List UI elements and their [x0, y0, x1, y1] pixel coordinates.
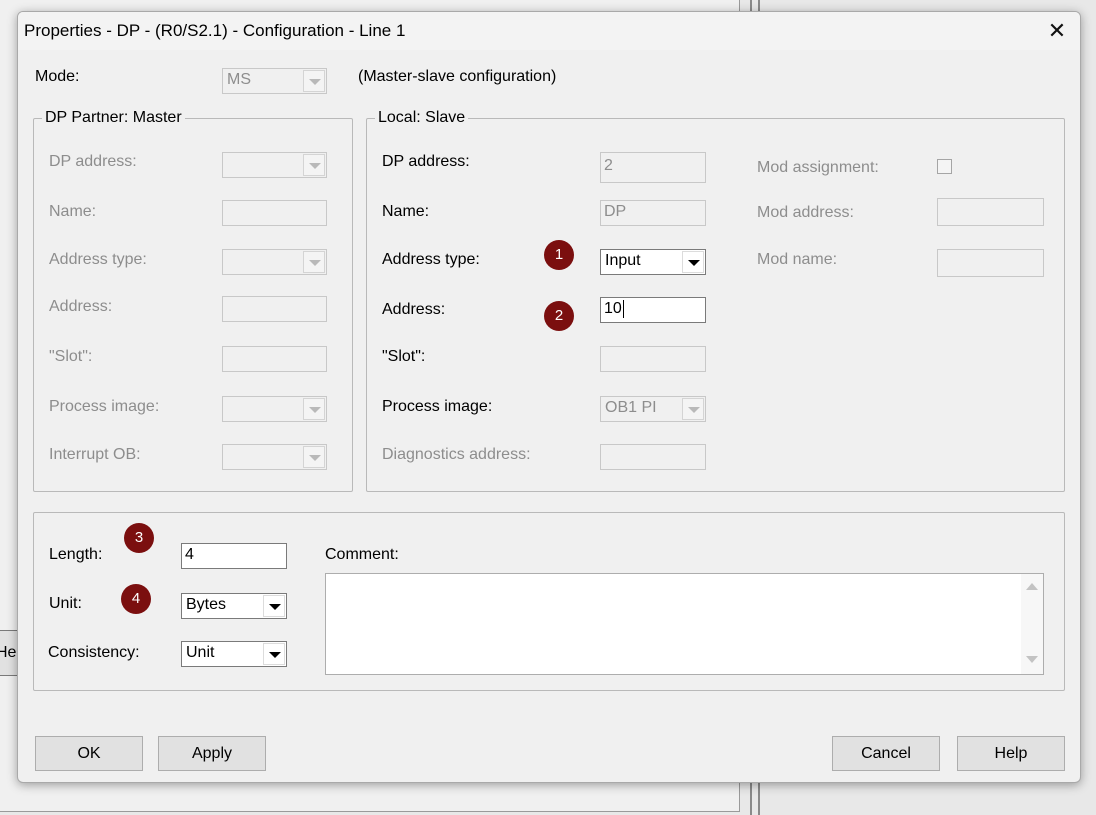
consistency-select[interactable]: Unit	[181, 641, 287, 667]
partner-slot-field[interactable]	[222, 346, 327, 372]
chevron-down-icon[interactable]	[263, 595, 285, 617]
close-icon[interactable]: ✕	[1042, 18, 1072, 44]
chevron-down-icon[interactable]	[303, 251, 325, 273]
partner-interrupt-ob-label: Interrupt OB:	[49, 446, 141, 463]
annotation-badge-1: 1	[544, 240, 574, 270]
local-slot-label: "Slot":	[382, 348, 426, 365]
chevron-down-icon[interactable]	[682, 398, 704, 420]
scroll-up-icon[interactable]	[1021, 578, 1043, 598]
mod-name-field[interactable]	[937, 249, 1044, 277]
partner-dp-address-label: DP address:	[49, 153, 137, 170]
local-dp-address-label: DP address:	[382, 153, 470, 170]
consistency-value: Unit	[186, 644, 215, 661]
comment-label: Comment:	[325, 546, 399, 563]
unit-value: Bytes	[186, 596, 227, 613]
partner-address-label: Address:	[49, 298, 113, 315]
partner-address-type-select[interactable]	[222, 249, 327, 275]
local-address-type-value: Input	[605, 252, 641, 269]
local-process-image-select[interactable]: OB1 PI	[600, 396, 706, 422]
partner-dp-address-select[interactable]	[222, 152, 327, 178]
mod-address-label: Mod address:	[757, 204, 854, 221]
ok-button[interactable]: OK	[35, 736, 143, 771]
local-name-label: Name:	[382, 203, 430, 220]
partner-slot-label: "Slot":	[49, 348, 93, 365]
cancel-button[interactable]: Cancel	[832, 736, 940, 771]
mode-value: MS	[227, 71, 251, 88]
comment-scrollbar[interactable]	[1021, 574, 1043, 674]
local-diagnostics-label: Diagnostics address:	[382, 446, 531, 463]
text-caret	[622, 300, 624, 318]
consistency-label: Consistency:	[48, 644, 140, 661]
partner-interrupt-ob-select[interactable]	[222, 444, 327, 470]
local-address-label: Address:	[382, 301, 446, 318]
chevron-down-icon[interactable]	[303, 70, 325, 92]
partner-process-image-select[interactable]	[222, 396, 327, 422]
dialog-title: Properties - DP - (R0/S2.1) - Configurat…	[24, 21, 406, 40]
local-legend: Local: Slave	[375, 109, 469, 127]
local-address-field[interactable]: 10	[600, 297, 706, 323]
chevron-down-icon[interactable]	[682, 251, 704, 273]
mod-assignment-label: Mod assignment:	[757, 159, 879, 176]
local-address-type-select[interactable]: Input	[600, 249, 706, 275]
mod-address-field[interactable]	[937, 198, 1044, 226]
local-name-field[interactable]: DP	[600, 200, 706, 226]
dialog-titlebar: Properties - DP - (R0/S2.1) - Configurat…	[18, 12, 1080, 50]
chevron-down-icon[interactable]	[263, 643, 285, 665]
unit-select[interactable]: Bytes	[181, 593, 287, 619]
chevron-down-icon[interactable]	[303, 398, 325, 420]
local-process-image-value: OB1 PI	[605, 399, 657, 416]
apply-button[interactable]: Apply	[158, 736, 266, 771]
partner-name-field[interactable]	[222, 200, 327, 226]
local-group: Local: Slave	[366, 109, 1065, 492]
mod-name-label: Mod name:	[757, 251, 838, 268]
local-process-image-label: Process image:	[382, 398, 493, 415]
partner-address-type-label: Address type:	[49, 251, 147, 268]
mode-label: Mode:	[35, 68, 80, 85]
local-dp-address-field[interactable]: 2	[600, 152, 706, 183]
mod-assignment-checkbox[interactable]	[937, 159, 952, 174]
local-diagnostics-field[interactable]	[600, 444, 706, 470]
scroll-down-icon[interactable]	[1021, 650, 1043, 670]
length-field[interactable]: 4	[181, 543, 287, 569]
properties-dialog: Properties - DP - (R0/S2.1) - Configurat…	[17, 11, 1081, 783]
help-button[interactable]: Help	[957, 736, 1065, 771]
local-address-value: 10	[604, 300, 622, 318]
partner-name-label: Name:	[49, 203, 97, 220]
comment-textarea[interactable]	[325, 573, 1044, 675]
local-address-type-label: Address type:	[382, 251, 480, 268]
unit-label: Unit:	[49, 595, 82, 612]
length-label: Length:	[49, 546, 103, 563]
annotation-badge-2: 2	[544, 301, 574, 331]
partner-address-field[interactable]	[222, 296, 327, 322]
mode-select[interactable]: MS	[222, 68, 327, 94]
partner-legend: DP Partner: Master	[42, 109, 185, 127]
chevron-down-icon[interactable]	[303, 446, 325, 468]
local-slot-field[interactable]	[600, 346, 706, 372]
partner-process-image-label: Process image:	[49, 398, 160, 415]
chevron-down-icon[interactable]	[303, 154, 325, 176]
mode-description: (Master-slave configuration)	[358, 68, 557, 85]
